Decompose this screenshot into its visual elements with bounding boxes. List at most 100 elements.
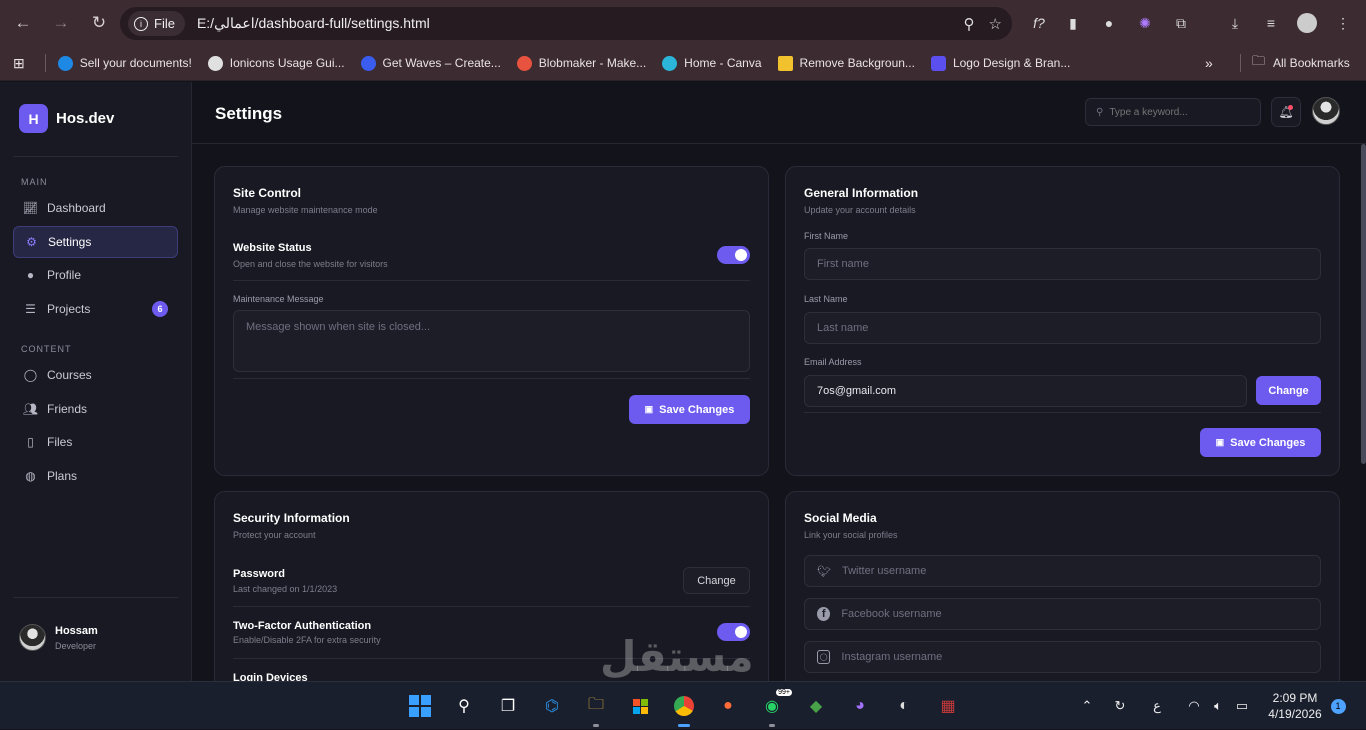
card-subtitle: Update your account details: [804, 205, 916, 215]
tray-chevron-icon[interactable]: ⌃: [1078, 682, 1096, 730]
reload-button[interactable]: ↻: [82, 6, 116, 40]
twitter-input[interactable]: [841, 565, 1320, 577]
sidebar-item-dashboard[interactable]: 📈︎ Dashboard: [13, 192, 178, 224]
user-icon: ●: [26, 268, 35, 282]
notification-center[interactable]: 1: [1330, 682, 1346, 730]
instagram-field[interactable]: ◯: [804, 641, 1321, 673]
apps-grid-icon[interactable]: ⊞: [13, 55, 25, 72]
first-name-input[interactable]: [817, 258, 1320, 270]
save-label: Save Changes: [659, 403, 735, 416]
site-info-chip[interactable]: i File: [128, 11, 185, 36]
chart-line-icon: 📈︎: [22, 201, 39, 215]
star-icon[interactable]: ☆: [989, 15, 1002, 33]
facebook-field[interactable]: f: [804, 598, 1321, 630]
save-changes-button[interactable]: ▣ Save Changes: [629, 395, 750, 424]
extension-face-icon[interactable]: ●: [1094, 0, 1124, 46]
sidebar-divider: [13, 597, 178, 598]
bookmark-item[interactable]: Remove Backgroun...: [777, 55, 915, 71]
search-icon[interactable]: ⚲: [448, 690, 480, 722]
password-title: Password: [233, 568, 285, 580]
notifications-button[interactable]: 🔔︎: [1271, 97, 1301, 127]
brand[interactable]: H Hos.dev: [19, 104, 114, 133]
sidebar-item-profile[interactable]: ● Profile: [13, 259, 178, 291]
twitter-icon: 🐦︎: [817, 565, 831, 578]
maintenance-message-input[interactable]: Message shown when site is closed...: [233, 310, 750, 372]
card-title: Security Information: [233, 511, 350, 525]
winrar-icon[interactable]: ▦: [932, 690, 964, 722]
first-name-field[interactable]: [804, 248, 1321, 280]
zoom-icon[interactable]: ⚲: [964, 15, 975, 33]
extension-doc-icon[interactable]: ▮: [1058, 0, 1088, 46]
taskbar-indicator: [593, 724, 599, 727]
sidebar-item-friends[interactable]: 👥︎ Friends: [13, 393, 178, 425]
store-icon[interactable]: [624, 690, 656, 722]
language-indicator[interactable]: ع: [1148, 682, 1166, 730]
save-changes-button[interactable]: ▣ Save Changes: [1200, 428, 1321, 457]
extension-gear-icon[interactable]: ✺: [1130, 0, 1160, 46]
bookmark-item[interactable]: Blobmaker - Make...: [516, 55, 646, 71]
twitter-field[interactable]: 🐦︎: [804, 555, 1321, 587]
address-bar[interactable]: i File E:/اعمالي/dashboard-full/settings…: [120, 7, 1012, 40]
extension-fx-icon[interactable]: f?: [1024, 0, 1054, 46]
change-password-button[interactable]: Change: [683, 567, 750, 594]
sidebar-user[interactable]: Hossam Developer: [19, 624, 98, 651]
search-input[interactable]: [1109, 106, 1250, 118]
sidebar-item-settings[interactable]: ⚙ Settings: [13, 226, 178, 258]
bookmark-item[interactable]: Get Waves – Create...: [360, 55, 501, 71]
sidebar-item-projects[interactable]: ☰ Projects 6: [13, 293, 178, 325]
sidebar: H Hos.dev MAIN 📈︎ Dashboard ⚙ Settings ● Pr…: [0, 82, 192, 681]
website-status-toggle[interactable]: [717, 246, 750, 264]
sidebar-item-plans[interactable]: ◍ Plans: [13, 460, 178, 492]
windows-start-icon[interactable]: [404, 690, 436, 722]
extensions-puzzle-icon[interactable]: ⧉: [1166, 0, 1196, 46]
back-button[interactable]: ←: [6, 6, 40, 40]
last-name-label: Last Name: [804, 294, 848, 304]
search-box[interactable]: ⚲: [1085, 98, 1261, 126]
vscode-icon[interactable]: ⌬: [536, 690, 568, 722]
card-subtitle: Link your social profiles: [804, 530, 898, 540]
last-name-input[interactable]: [817, 322, 1320, 334]
page-scrollbar[interactable]: [1361, 144, 1366, 464]
email-field[interactable]: [804, 375, 1247, 407]
bookmark-label: Home - Canva: [684, 56, 762, 70]
brand-logo: H: [19, 104, 48, 133]
email-input[interactable]: [817, 385, 1246, 397]
file-icon: ▯: [27, 435, 34, 449]
forward-button[interactable]: →: [44, 6, 78, 40]
change-email-button[interactable]: Change: [1256, 376, 1321, 405]
download-icon[interactable]: ⤓: [1220, 0, 1250, 46]
sync-icon[interactable]: ↻: [1110, 682, 1130, 730]
profile-avatar-icon[interactable]: [1292, 0, 1322, 46]
more-bookmarks-icon[interactable]: »: [1205, 55, 1213, 71]
mongodb-icon[interactable]: ◆: [800, 690, 832, 722]
pgadmin-icon[interactable]: ◐: [888, 690, 920, 722]
header-avatar[interactable]: [1312, 97, 1340, 125]
facebook-input[interactable]: [841, 608, 1320, 620]
bookmark-item[interactable]: Ionicons Usage Gui...: [207, 55, 345, 71]
whatsapp-icon[interactable]: ◉ 99+: [756, 689, 792, 727]
github-icon[interactable]: ◕: [844, 690, 876, 722]
bookmark-item[interactable]: Sell your documents!: [57, 55, 192, 71]
menu-dots-icon[interactable]: ⋮: [1328, 0, 1358, 46]
wifi-icon[interactable]: ◠: [1184, 682, 1204, 730]
last-name-field[interactable]: [804, 312, 1321, 344]
task-view-icon[interactable]: ❐: [492, 690, 524, 722]
volume-icon[interactable]: 🔈︎: [1208, 682, 1228, 730]
battery-icon[interactable]: ▭: [1232, 682, 1252, 730]
bookmark-item[interactable]: Home - Canva: [662, 55, 762, 71]
bookmark-item[interactable]: Logo Design & Bran...: [930, 55, 1070, 71]
instagram-input[interactable]: [841, 651, 1320, 663]
first-name-label: First Name: [804, 231, 849, 241]
bookmark-label: Sell your documents!: [79, 56, 192, 70]
file-explorer-icon[interactable]: 🗀: [580, 690, 612, 727]
media-icon[interactable]: ≡: [1256, 0, 1286, 46]
two-factor-subtitle: Enable/Disable 2FA for extra security: [233, 635, 381, 645]
clock[interactable]: 2:09 PM 4/19/2026: [1262, 682, 1328, 730]
postman-icon[interactable]: ●: [712, 690, 744, 722]
chrome-icon[interactable]: [668, 690, 700, 727]
sidebar-item-files[interactable]: ▯ Files: [13, 426, 178, 458]
url-text[interactable]: E:/اعمالي/dashboard-full/settings.html: [197, 15, 430, 32]
all-bookmarks-button[interactable]: 🗀 All Bookmarks: [1252, 52, 1350, 74]
save-icon: ▣: [1215, 437, 1225, 447]
sidebar-item-courses[interactable]: ◯ Courses: [13, 359, 178, 391]
